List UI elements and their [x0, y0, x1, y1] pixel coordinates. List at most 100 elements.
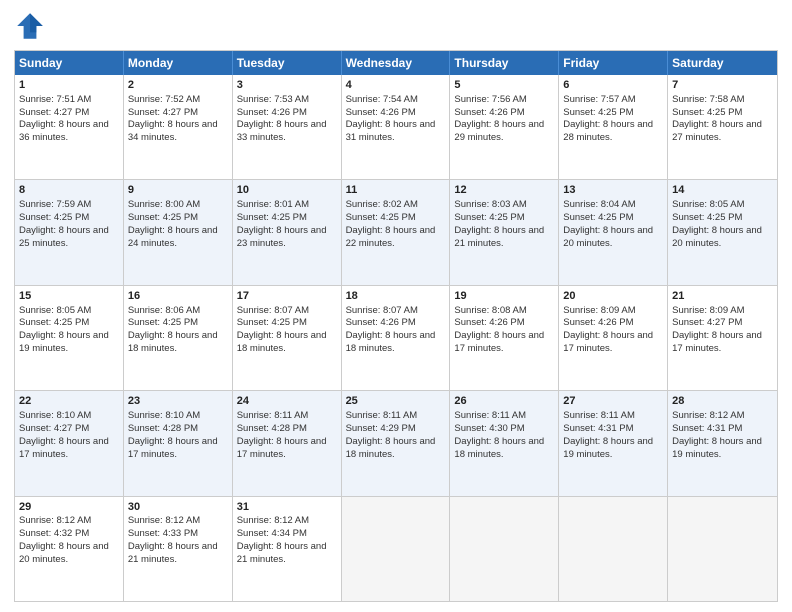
sunset-label: Sunset: 4:27 PM	[19, 107, 89, 118]
calendar-cell: 1 Sunrise: 7:51 AM Sunset: 4:27 PM Dayli…	[15, 75, 124, 179]
day-number: 11	[346, 183, 446, 198]
calendar-cell	[450, 497, 559, 601]
day-number: 17	[237, 289, 337, 304]
sunrise-label: Sunrise: 8:07 AM	[346, 305, 418, 316]
daylight-label: Daylight: 8 hours and 17 minutes.	[672, 330, 762, 354]
page-container: SundayMondayTuesdayWednesdayThursdayFrid…	[0, 0, 792, 612]
day-number: 10	[237, 183, 337, 198]
day-number: 21	[672, 289, 773, 304]
calendar-cell: 31 Sunrise: 8:12 AM Sunset: 4:34 PM Dayl…	[233, 497, 342, 601]
calendar-cell: 18 Sunrise: 8:07 AM Sunset: 4:26 PM Dayl…	[342, 286, 451, 390]
cal-header-day: Friday	[559, 51, 668, 75]
daylight-label: Daylight: 8 hours and 18 minutes.	[237, 330, 327, 354]
sunset-label: Sunset: 4:26 PM	[237, 107, 307, 118]
day-number: 18	[346, 289, 446, 304]
sunset-label: Sunset: 4:25 PM	[672, 212, 742, 223]
calendar-cell: 17 Sunrise: 8:07 AM Sunset: 4:25 PM Dayl…	[233, 286, 342, 390]
sunrise-label: Sunrise: 7:53 AM	[237, 94, 309, 105]
sunset-label: Sunset: 4:25 PM	[672, 107, 742, 118]
sunset-label: Sunset: 4:25 PM	[237, 317, 307, 328]
sunrise-label: Sunrise: 8:12 AM	[128, 515, 200, 526]
daylight-label: Daylight: 8 hours and 17 minutes.	[237, 436, 327, 460]
day-number: 31	[237, 500, 337, 515]
sunset-label: Sunset: 4:27 PM	[128, 107, 198, 118]
daylight-label: Daylight: 8 hours and 19 minutes.	[563, 436, 653, 460]
sunrise-label: Sunrise: 8:09 AM	[563, 305, 635, 316]
calendar-cell: 11 Sunrise: 8:02 AM Sunset: 4:25 PM Dayl…	[342, 180, 451, 284]
daylight-label: Daylight: 8 hours and 18 minutes.	[346, 330, 436, 354]
day-number: 23	[128, 394, 228, 409]
sunrise-label: Sunrise: 8:11 AM	[237, 410, 309, 421]
sunset-label: Sunset: 4:25 PM	[19, 317, 89, 328]
sunset-label: Sunset: 4:27 PM	[19, 423, 89, 434]
calendar-cell: 27 Sunrise: 8:11 AM Sunset: 4:31 PM Dayl…	[559, 391, 668, 495]
calendar-cell: 12 Sunrise: 8:03 AM Sunset: 4:25 PM Dayl…	[450, 180, 559, 284]
sunrise-label: Sunrise: 8:11 AM	[563, 410, 635, 421]
sunset-label: Sunset: 4:31 PM	[563, 423, 633, 434]
daylight-label: Daylight: 8 hours and 18 minutes.	[346, 436, 436, 460]
daylight-label: Daylight: 8 hours and 21 minutes.	[454, 225, 544, 249]
sunset-label: Sunset: 4:29 PM	[346, 423, 416, 434]
daylight-label: Daylight: 8 hours and 31 minutes.	[346, 119, 436, 143]
sunrise-label: Sunrise: 7:59 AM	[19, 199, 91, 210]
cal-header-day: Tuesday	[233, 51, 342, 75]
sunset-label: Sunset: 4:30 PM	[454, 423, 524, 434]
calendar-cell: 25 Sunrise: 8:11 AM Sunset: 4:29 PM Dayl…	[342, 391, 451, 495]
daylight-label: Daylight: 8 hours and 24 minutes.	[128, 225, 218, 249]
day-number: 13	[563, 183, 663, 198]
day-number: 5	[454, 78, 554, 93]
sunrise-label: Sunrise: 8:12 AM	[19, 515, 91, 526]
day-number: 19	[454, 289, 554, 304]
day-number: 16	[128, 289, 228, 304]
daylight-label: Daylight: 8 hours and 17 minutes.	[454, 330, 544, 354]
sunset-label: Sunset: 4:25 PM	[128, 317, 198, 328]
calendar-cell: 2 Sunrise: 7:52 AM Sunset: 4:27 PM Dayli…	[124, 75, 233, 179]
calendar-cell: 29 Sunrise: 8:12 AM Sunset: 4:32 PM Dayl…	[15, 497, 124, 601]
page-header	[14, 10, 778, 42]
day-number: 9	[128, 183, 228, 198]
sunset-label: Sunset: 4:33 PM	[128, 528, 198, 539]
sunrise-label: Sunrise: 8:04 AM	[563, 199, 635, 210]
daylight-label: Daylight: 8 hours and 21 minutes.	[128, 541, 218, 565]
calendar-row: 8 Sunrise: 7:59 AM Sunset: 4:25 PM Dayli…	[15, 179, 777, 284]
daylight-label: Daylight: 8 hours and 27 minutes.	[672, 119, 762, 143]
sunset-label: Sunset: 4:26 PM	[346, 317, 416, 328]
sunrise-label: Sunrise: 7:58 AM	[672, 94, 744, 105]
calendar-row: 15 Sunrise: 8:05 AM Sunset: 4:25 PM Dayl…	[15, 285, 777, 390]
sunset-label: Sunset: 4:25 PM	[237, 212, 307, 223]
sunrise-label: Sunrise: 8:12 AM	[672, 410, 744, 421]
calendar-row: 1 Sunrise: 7:51 AM Sunset: 4:27 PM Dayli…	[15, 75, 777, 179]
day-number: 26	[454, 394, 554, 409]
sunrise-label: Sunrise: 7:54 AM	[346, 94, 418, 105]
calendar-row: 29 Sunrise: 8:12 AM Sunset: 4:32 PM Dayl…	[15, 496, 777, 601]
calendar-cell: 22 Sunrise: 8:10 AM Sunset: 4:27 PM Dayl…	[15, 391, 124, 495]
calendar-cell: 6 Sunrise: 7:57 AM Sunset: 4:25 PM Dayli…	[559, 75, 668, 179]
calendar-cell: 23 Sunrise: 8:10 AM Sunset: 4:28 PM Dayl…	[124, 391, 233, 495]
day-number: 7	[672, 78, 773, 93]
day-number: 8	[19, 183, 119, 198]
day-number: 25	[346, 394, 446, 409]
calendar-cell: 4 Sunrise: 7:54 AM Sunset: 4:26 PM Dayli…	[342, 75, 451, 179]
sunset-label: Sunset: 4:26 PM	[346, 107, 416, 118]
calendar-cell: 24 Sunrise: 8:11 AM Sunset: 4:28 PM Dayl…	[233, 391, 342, 495]
daylight-label: Daylight: 8 hours and 19 minutes.	[19, 330, 109, 354]
sunset-label: Sunset: 4:27 PM	[672, 317, 742, 328]
sunrise-label: Sunrise: 8:00 AM	[128, 199, 200, 210]
sunrise-label: Sunrise: 7:56 AM	[454, 94, 526, 105]
calendar-body: 1 Sunrise: 7:51 AM Sunset: 4:27 PM Dayli…	[15, 75, 777, 601]
calendar-cell: 21 Sunrise: 8:09 AM Sunset: 4:27 PM Dayl…	[668, 286, 777, 390]
day-number: 3	[237, 78, 337, 93]
sunrise-label: Sunrise: 8:09 AM	[672, 305, 744, 316]
daylight-label: Daylight: 8 hours and 29 minutes.	[454, 119, 544, 143]
calendar-cell: 19 Sunrise: 8:08 AM Sunset: 4:26 PM Dayl…	[450, 286, 559, 390]
calendar-cell: 5 Sunrise: 7:56 AM Sunset: 4:26 PM Dayli…	[450, 75, 559, 179]
daylight-label: Daylight: 8 hours and 19 minutes.	[672, 436, 762, 460]
daylight-label: Daylight: 8 hours and 23 minutes.	[237, 225, 327, 249]
day-number: 4	[346, 78, 446, 93]
sunset-label: Sunset: 4:31 PM	[672, 423, 742, 434]
day-number: 29	[19, 500, 119, 515]
calendar-cell: 20 Sunrise: 8:09 AM Sunset: 4:26 PM Dayl…	[559, 286, 668, 390]
calendar-cell: 30 Sunrise: 8:12 AM Sunset: 4:33 PM Dayl…	[124, 497, 233, 601]
daylight-label: Daylight: 8 hours and 34 minutes.	[128, 119, 218, 143]
cal-header-day: Sunday	[15, 51, 124, 75]
